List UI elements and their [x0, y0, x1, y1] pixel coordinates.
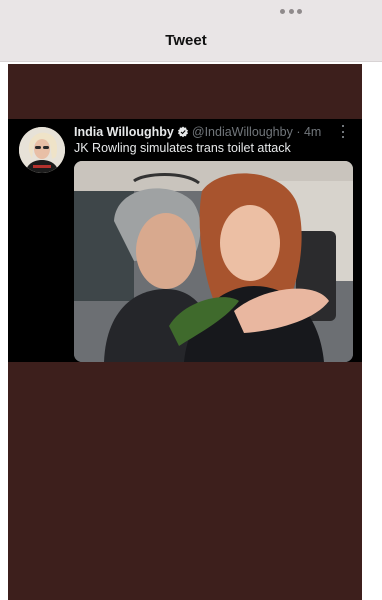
top-bar: Tweet: [0, 0, 382, 62]
more-vertical-icon[interactable]: [342, 125, 346, 138]
separator-dot: ·: [296, 125, 301, 139]
tweet-card[interactable]: India Willoughby @IndiaWilloughby · 4m JK…: [8, 119, 362, 362]
avatar[interactable]: [19, 127, 65, 173]
author-name[interactable]: India Willoughby: [74, 125, 174, 139]
avatar-image: [19, 127, 65, 173]
photo-image: [74, 161, 353, 362]
page-title: Tweet: [165, 32, 207, 49]
tweet-text: JK Rowling simulates trans toilet attack: [74, 141, 291, 155]
screen: Tweet India Willoughby @IndiaWilloughby ·…: [0, 0, 382, 600]
author-handle[interactable]: @IndiaWilloughby: [192, 125, 293, 139]
verified-badge-icon: [177, 126, 188, 138]
tweet-photo[interactable]: [74, 161, 353, 362]
tweet-time[interactable]: 4m: [304, 125, 321, 139]
tweet-header: India Willoughby @IndiaWilloughby · 4m: [74, 125, 321, 139]
more-horizontal-icon[interactable]: [280, 7, 302, 15]
